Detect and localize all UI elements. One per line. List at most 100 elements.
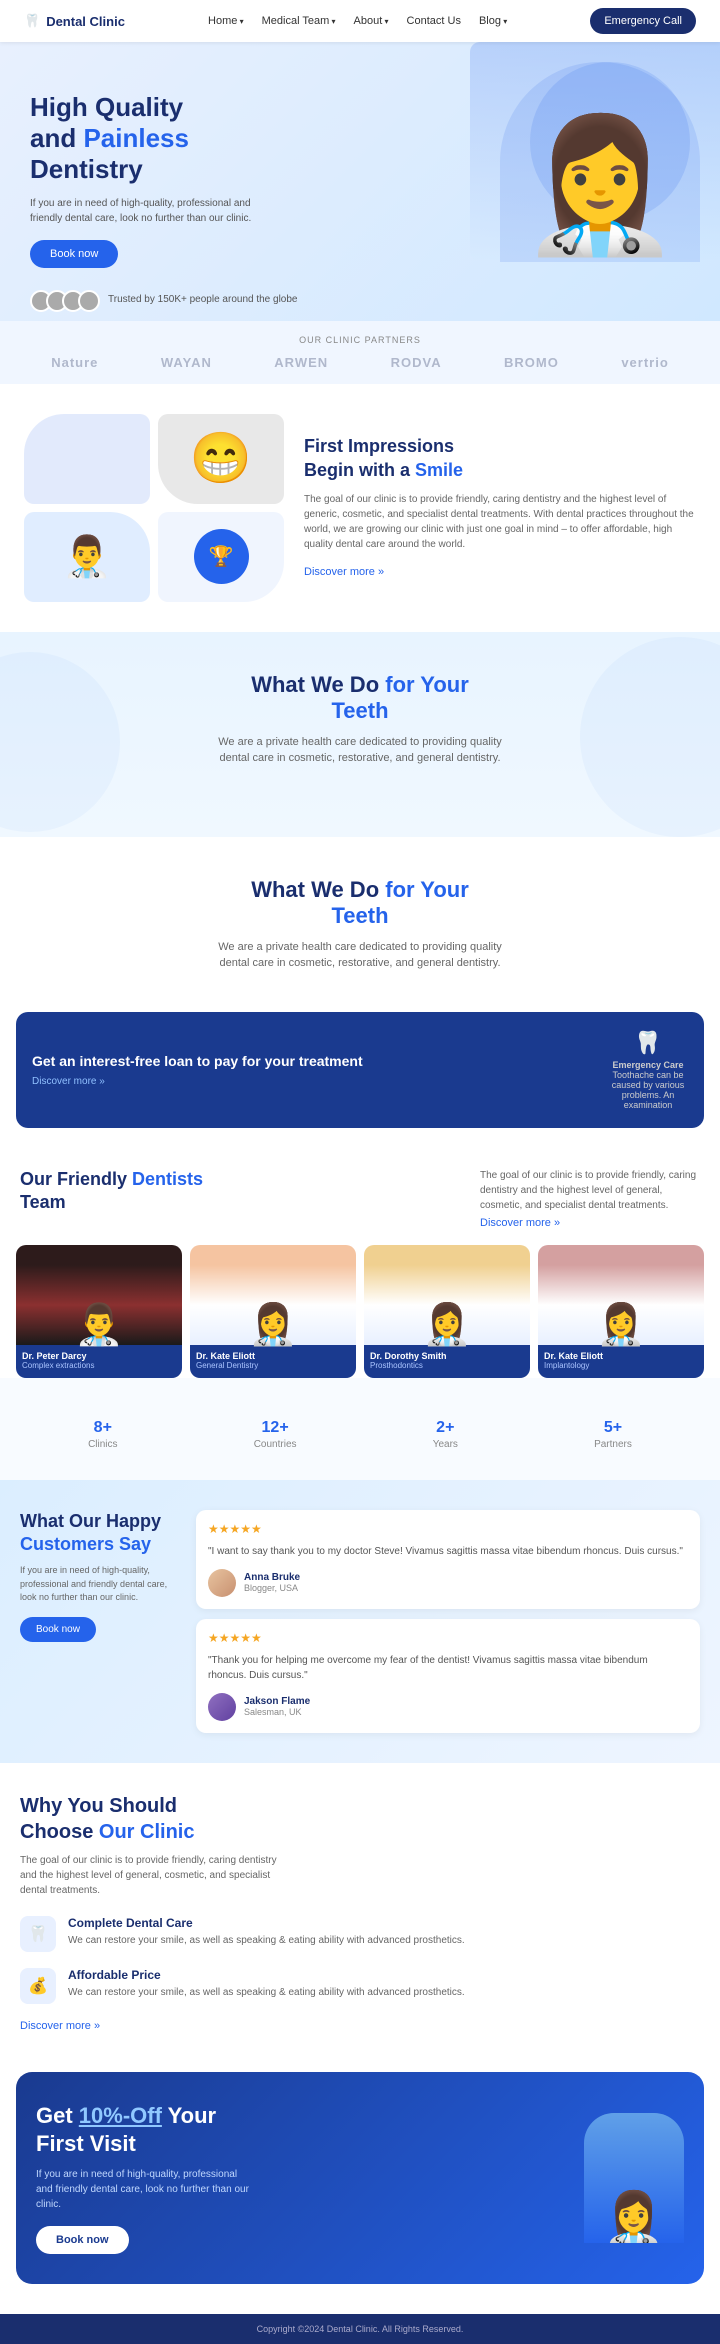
stat-partners-number: 5+ <box>594 1408 632 1439</box>
doctor-name-2: Dr. Dorothy Smith <box>370 1351 524 1361</box>
partner-0: Nature <box>51 355 98 370</box>
stat-partners-suffix: + <box>613 1419 622 1436</box>
why-discover-link[interactable]: Discover more <box>20 2020 700 2032</box>
stats-section: 8+ Clinics 12+ Countries 2+ Years 5+ Par… <box>0 1378 720 1480</box>
fi-title-line2: Begin with a <box>304 460 415 480</box>
team-card-0[interactable]: 👨‍⚕️ Dr. Peter Darcy Complex extractions <box>16 1245 182 1378</box>
why-item-0: 🦷 Complete Dental Care We can restore yo… <box>20 1916 700 1952</box>
stat-partners-label: Partners <box>594 1439 632 1450</box>
doctor-image-0: 👨‍⚕️ <box>16 1245 182 1345</box>
team-header: Our Friendly Dentists Team The goal of o… <box>20 1168 700 1229</box>
team-card-info-3: Dr. Kate Eliott Implantology <box>538 1345 704 1378</box>
nav-home[interactable]: Home <box>208 15 244 27</box>
hero-section: High Quality and Painless Dentistry If y… <box>0 42 720 321</box>
wwd-description-2: We are a private health care dedicated t… <box>210 939 510 972</box>
team-card-info-2: Dr. Dorothy Smith Prosthodontics <box>364 1345 530 1378</box>
hero-title-line3: Dentistry <box>30 154 143 184</box>
doctor-image-3: 👩‍⚕️ <box>538 1245 704 1345</box>
why-item-text-0: Complete Dental Care We can restore your… <box>68 1916 465 1948</box>
loan-banner: Get an interest-free loan to pay for you… <box>16 1012 704 1128</box>
stat-years-value: 2 <box>436 1419 445 1436</box>
nav-medical[interactable]: Medical Team <box>262 15 336 27</box>
cta-title: Get 10%-Off Your First Visit <box>36 2102 574 2159</box>
stat-countries: 12+ Countries <box>254 1408 297 1450</box>
emergency-call-button[interactable]: Emergency Call <box>590 8 696 34</box>
testi-book-button[interactable]: Book now <box>20 1617 96 1642</box>
wwd-title-hl-1: for Your <box>385 672 469 697</box>
team-description: The goal of our clinic is to provide fri… <box>480 1168 700 1213</box>
testi-author-0: Anna Bruke Blogger, USA <box>208 1569 688 1597</box>
doctor-emoji-2: 👩‍⚕️ <box>422 1305 472 1345</box>
what-we-do-section-1: What We Do for Your Teeth We are a priva… <box>0 632 720 837</box>
team-card-3[interactable]: 👩‍⚕️ Dr. Kate Eliott Implantology <box>538 1245 704 1378</box>
cta-text: Get 10%-Off Your First Visit If you are … <box>36 2102 574 2254</box>
fi-title-highlight: Smile <box>415 460 463 480</box>
wwd-title-line2-2: Teeth <box>331 903 388 928</box>
testi-avatar-1 <box>208 1693 236 1721</box>
logo-text: Dental Clinic <box>46 14 125 29</box>
hero-title-highlight: Painless <box>83 123 189 153</box>
team-header-right: The goal of our clinic is to provide fri… <box>480 1168 700 1229</box>
why-item-title-1: Affordable Price <box>68 1968 465 1982</box>
logo[interactable]: 🦷 Dental Clinic <box>24 13 125 29</box>
stat-years-label: Years <box>433 1439 458 1450</box>
testi-title-line1: What Our Happy <box>20 1511 161 1531</box>
wwd-title-line1-1: What We Do <box>251 672 385 697</box>
tooth-icon: 🦷 <box>28 1924 48 1944</box>
nav-links: Home Medical Team About Contact Us Blog <box>208 15 507 27</box>
first-impressions-section: 😁 👨‍⚕️ 🏆 First Impressions Begin with a … <box>0 384 720 632</box>
hero-description: If you are in need of high-quality, prof… <box>30 196 270 226</box>
partners-label: OUR CLINIC PARTNERS <box>20 335 700 345</box>
loan-discover-link[interactable]: Discover more <box>32 1076 363 1087</box>
stat-clinics: 8+ Clinics <box>88 1408 117 1450</box>
testi-card-0: ★★★★★ "I want to say thank you to my doc… <box>196 1510 700 1609</box>
doctor-image-2: 👩‍⚕️ <box>364 1245 530 1345</box>
testi-author-name-0: Anna Bruke <box>244 1572 300 1583</box>
fi-description: The goal of our clinic is to provide fri… <box>304 492 696 552</box>
partner-5: vertrio <box>621 355 668 370</box>
doctor-image-1: 👩‍⚕️ <box>190 1245 356 1345</box>
footer-copyright: Copyright ©2024 Dental Clinic. All Right… <box>10 2324 710 2334</box>
testi-avatar-0 <box>208 1569 236 1597</box>
tooth-badge: 🏆 <box>194 529 249 584</box>
why-title-line1: Why You Should <box>20 1795 177 1817</box>
fi-images-grid: 😁 👨‍⚕️ 🏆 <box>24 414 284 602</box>
fi-discover-link[interactable]: Discover more <box>304 566 384 578</box>
team-discover-link[interactable]: Discover more <box>480 1217 700 1229</box>
team-title-highlight: Dentists <box>132 1169 203 1189</box>
emergency-desc: Toothache can be caused by various probl… <box>612 1070 685 1110</box>
wwd-title-line2-1: Teeth <box>331 698 388 723</box>
hero-trusted: Trusted by 150K+ people around the globe <box>30 282 690 321</box>
team-card-2[interactable]: 👩‍⚕️ Dr. Dorothy Smith Prosthodontics <box>364 1245 530 1378</box>
nav-contact[interactable]: Contact Us <box>407 15 461 27</box>
cta-book-button[interactable]: Book now <box>36 2226 129 2254</box>
stat-years-suffix: + <box>445 1419 454 1436</box>
stat-clinics-number: 8+ <box>88 1408 117 1439</box>
why-icon-0: 🦷 <box>20 1916 56 1952</box>
testi-description: If you are in need of high-quality, prof… <box>20 1564 180 1605</box>
hero-book-button[interactable]: Book now <box>30 240 118 268</box>
why-title-line2: Choose <box>20 1821 99 1843</box>
testi-layout: What Our Happy Customers Say If you are … <box>20 1510 700 1733</box>
testi-text-0: "I want to say thank you to my doctor St… <box>208 1544 688 1559</box>
why-title-highlight: Our Clinic <box>99 1821 195 1843</box>
hero-title-line1: High Quality <box>30 92 183 122</box>
smile-icon: 😁 <box>190 429 252 488</box>
navbar: 🦷 Dental Clinic Home Medical Team About … <box>0 0 720 42</box>
testi-cards: ★★★★★ "I want to say thank you to my doc… <box>196 1510 700 1733</box>
loan-text: Get an interest-free loan to pay for you… <box>32 1052 363 1087</box>
testi-author-info-1: Jakson Flame Salesman, UK <box>244 1696 310 1717</box>
team-title: Our Friendly Dentists Team <box>20 1168 203 1215</box>
why-item-text-1: Affordable Price We can restore your smi… <box>68 1968 465 2000</box>
nav-blog[interactable]: Blog <box>479 15 507 27</box>
partners-section: OUR CLINIC PARTNERS Nature WAYAN ARWEN R… <box>0 321 720 384</box>
cta-doctor-figure: 👩‍⚕️ <box>584 2113 684 2243</box>
testi-author-name-1: Jakson Flame <box>244 1696 310 1707</box>
cta-doctor: 👩‍⚕️ <box>574 2113 684 2243</box>
doctor-role-2: Prosthodontics <box>370 1361 524 1370</box>
stat-clinics-value: 8 <box>94 1419 103 1436</box>
loan-title: Get an interest-free loan to pay for you… <box>32 1052 363 1070</box>
nav-about[interactable]: About <box>354 15 389 27</box>
stat-countries-number: 12+ <box>254 1408 297 1439</box>
team-card-1[interactable]: 👩‍⚕️ Dr. Kate Eliott General Dentistry <box>190 1245 356 1378</box>
